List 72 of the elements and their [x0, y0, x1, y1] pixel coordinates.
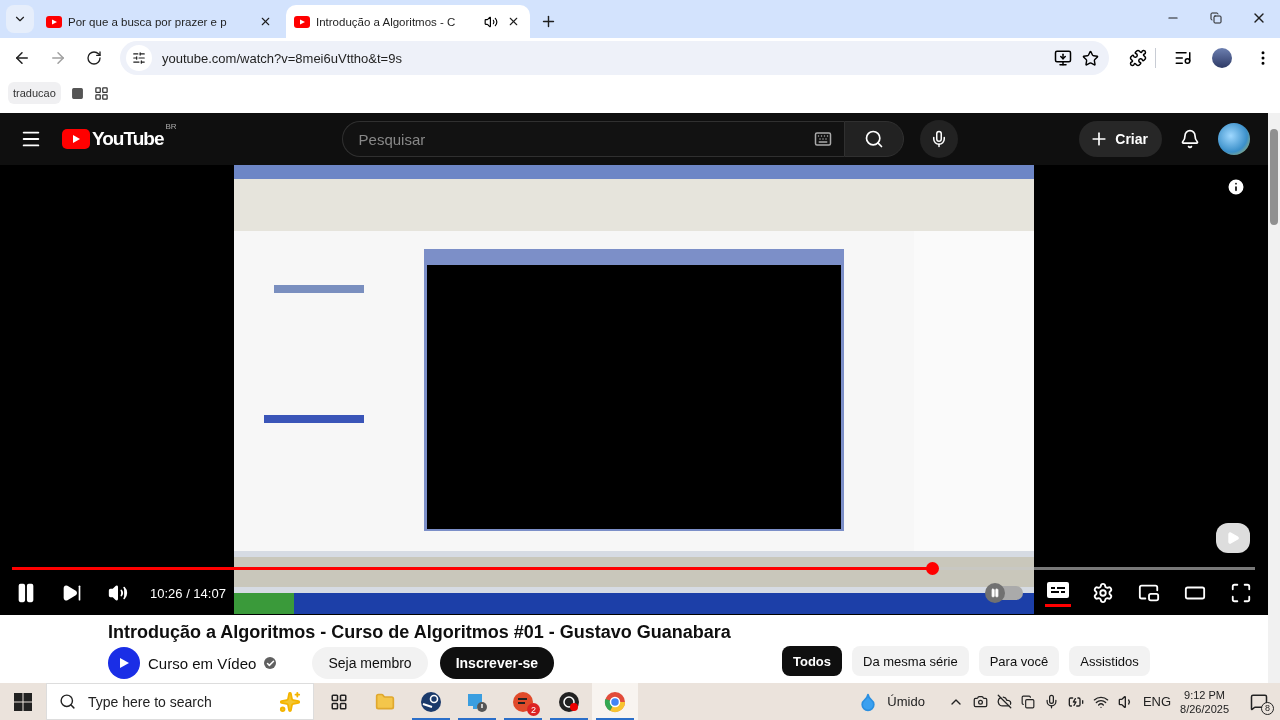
play-icon [117, 656, 131, 670]
browser-tab[interactable]: Por que a busca por prazer e p [38, 5, 282, 38]
floating-play-button[interactable] [1216, 523, 1250, 553]
extensions-icon[interactable] [1129, 49, 1147, 67]
task-view-icon [330, 692, 348, 711]
tray-device-icon[interactable] [1020, 694, 1035, 709]
voice-search-button[interactable] [919, 120, 958, 158]
keyboard-icon[interactable] [813, 130, 832, 148]
search-button[interactable] [843, 121, 904, 157]
filter-chip[interactable]: Para você [978, 646, 1060, 676]
tray-app-icon[interactable] [972, 694, 988, 709]
volume-icon [108, 583, 128, 603]
forward-arrow-icon [49, 49, 67, 67]
taskbar-app-button[interactable]: 2 [500, 683, 546, 720]
browser-tab[interactable]: Introdução a Algoritmos - C [286, 5, 530, 38]
app-badge: 2 [527, 703, 540, 716]
user-avatar[interactable] [1218, 123, 1250, 155]
windows-logo-icon [14, 692, 32, 711]
game-app-icon [512, 690, 534, 713]
media-controls-icon[interactable] [1174, 49, 1192, 67]
clock[interactable]: 9:12 PM 8/26/2025 [1180, 687, 1229, 716]
cloud-off-icon[interactable] [996, 694, 1012, 709]
search-icon [59, 693, 76, 710]
autoplay-toggle[interactable] [987, 586, 1023, 600]
folder-icon [375, 691, 395, 712]
address-bar[interactable]: youtube.com/watch?v=8mei6uVttho&t=9s [120, 41, 1109, 75]
channel-avatar[interactable] [108, 647, 140, 679]
subscribe-button[interactable]: Inscrever-se [439, 647, 555, 679]
microphone-icon[interactable] [1043, 694, 1059, 709]
search-input[interactable]: Pesquisar [356, 129, 814, 149]
pause-icon [990, 588, 1000, 598]
bookmark-item[interactable]: traducao [8, 82, 61, 104]
install-app-icon[interactable] [1054, 49, 1072, 67]
search-icon [863, 129, 884, 149]
subtitles-icon [1047, 582, 1069, 598]
miniplayer-icon [1138, 582, 1160, 604]
scrollbar[interactable] [1268, 113, 1280, 683]
sliders-icon [132, 51, 146, 65]
skip-next-icon [62, 583, 82, 603]
youtube-favicon-icon [294, 15, 310, 28]
video-title: Introdução a Algoritmos - Curso de Algoritmos #01 - Gustavo Guanabara [108, 622, 732, 643]
play-logo-icon [62, 129, 90, 149]
create-button[interactable]: Criar [1079, 121, 1162, 157]
filter-chip[interactable]: Da mesma série [852, 646, 969, 676]
subtitles-button[interactable] [1045, 579, 1071, 607]
apps-grid-icon[interactable] [93, 86, 109, 101]
profile-avatar[interactable] [1212, 48, 1232, 68]
time-display: 10:26 / 14:07 [150, 585, 226, 601]
info-icon[interactable] [1226, 177, 1246, 197]
search-bar[interactable]: Pesquisar [341, 121, 844, 157]
bookmark-square-icon[interactable] [70, 87, 84, 100]
notifications-icon[interactable] [1180, 129, 1200, 149]
record-app-icon [558, 690, 580, 713]
channel-name[interactable]: Curso em Vídeo [148, 654, 257, 672]
weather-label[interactable]: Úmido [887, 694, 925, 709]
youtube-favicon-icon [46, 15, 62, 28]
play-icon [1226, 531, 1240, 545]
sparkles-icon [279, 690, 301, 713]
bookmark-star-icon[interactable] [1082, 49, 1099, 67]
filter-chip[interactable]: Assistidos [1069, 646, 1150, 676]
notification-button[interactable]: 8 [1246, 688, 1272, 715]
restore-icon [1209, 12, 1222, 24]
taskbar-search-bar[interactable]: Type here to search [46, 683, 314, 720]
settings-icon [1092, 582, 1114, 604]
filter-chip[interactable]: Todos [782, 646, 843, 676]
browser-logo-icon [604, 690, 626, 713]
reload-icon [86, 50, 102, 66]
fullscreen-icon [1230, 582, 1252, 604]
message-icon [1250, 692, 1268, 711]
join-button[interactable]: Seja membro [312, 647, 428, 679]
language-indicator[interactable]: ENG [1142, 694, 1172, 709]
site-info-button[interactable] [126, 45, 152, 71]
